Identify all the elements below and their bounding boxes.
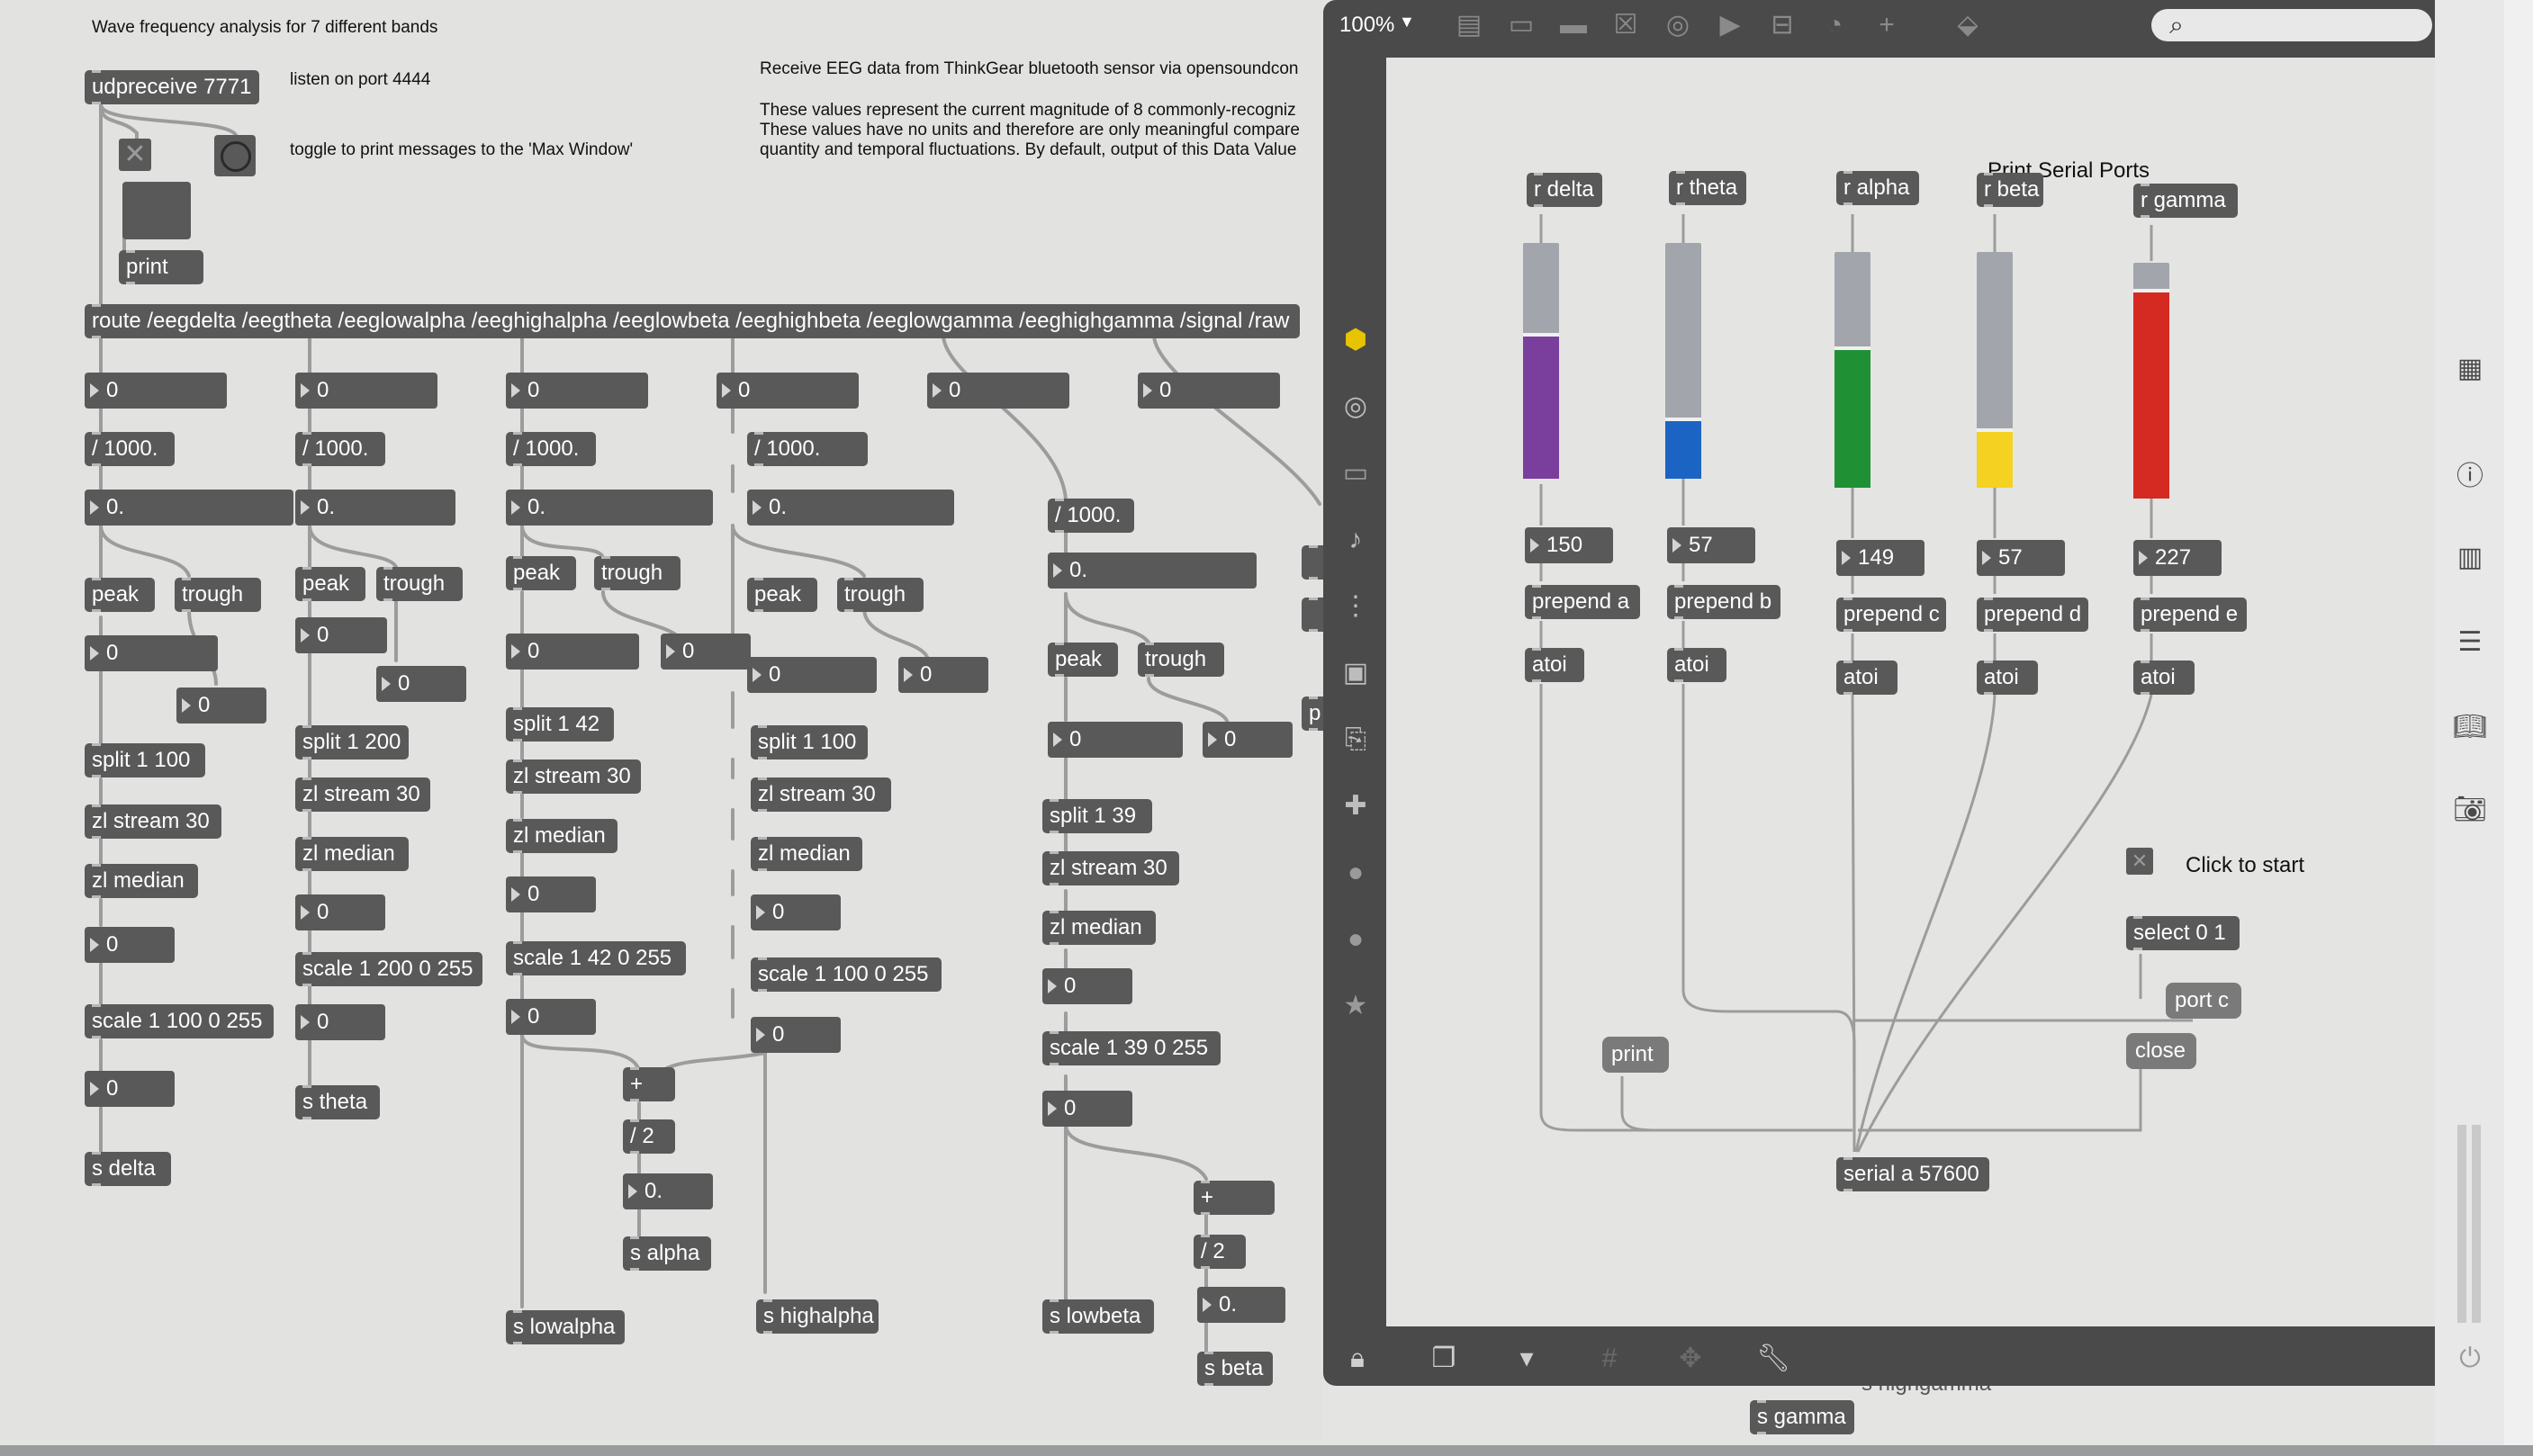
close-message[interactable]: close: [2126, 1033, 2196, 1069]
slider-fill: [1977, 428, 2013, 488]
atoi-c[interactable]: atoi: [1836, 661, 1897, 695]
receive-delta[interactable]: r delta: [1527, 173, 1602, 207]
gamma-value-number[interactable]: 227: [2133, 540, 2222, 576]
wrench-icon[interactable]: 🔧︎: [1755, 1341, 1791, 1377]
windows-icon[interactable]: ❐: [1426, 1341, 1462, 1377]
prepend-e[interactable]: prepend e: [2133, 598, 2247, 632]
theta-value-number[interactable]: 57: [1667, 527, 1755, 563]
lock-icon[interactable]: 🔒︎: [1339, 1341, 1375, 1377]
atoi-a[interactable]: atoi: [1525, 648, 1584, 682]
atoi-d[interactable]: atoi: [1977, 661, 2038, 695]
prepend-b[interactable]: prepend b: [1667, 585, 1780, 619]
beta-slider[interactable]: [1977, 252, 2013, 488]
slider-knob: [1834, 346, 1870, 350]
slider-fill: [1834, 346, 1870, 488]
grid-icon[interactable]: #: [1591, 1341, 1627, 1377]
snap-icon[interactable]: ✥: [1672, 1341, 1708, 1377]
subpatch-cords: [1539, 214, 2193, 1153]
port-c-message[interactable]: port c: [2166, 983, 2241, 1019]
toggle-x-icon: ✕: [2131, 849, 2149, 872]
gamma-slider[interactable]: [2133, 263, 2169, 499]
delta-slider[interactable]: [1523, 243, 1559, 479]
audio-meter-right: [2472, 1125, 2481, 1323]
slider-knob: [1977, 428, 2013, 432]
book-icon[interactable]: ▥: [2452, 540, 2488, 576]
print-message[interactable]: print: [1602, 1037, 1669, 1073]
slider-fill: [1523, 333, 1559, 479]
serial-object[interactable]: serial a 57600: [1836, 1157, 1989, 1191]
theta-slider[interactable]: [1665, 243, 1701, 479]
slider-fill: [2133, 289, 2169, 499]
receive-alpha[interactable]: r alpha: [1836, 171, 1919, 205]
right-sidebar-edge: [2504, 0, 2533, 1445]
slider-knob: [1665, 418, 1701, 421]
slider-knob: [2133, 289, 2169, 292]
bottom-strip: [0, 1445, 2533, 1456]
list-icon[interactable]: ☰: [2452, 625, 2488, 661]
receive-theta[interactable]: r theta: [1669, 171, 1746, 205]
alpha-value-number[interactable]: 149: [1836, 540, 1925, 576]
prepend-a[interactable]: prepend a: [1525, 585, 1640, 619]
slider-fill: [1665, 418, 1701, 479]
receive-gamma[interactable]: r gamma: [2133, 184, 2238, 218]
prepend-c[interactable]: prepend c: [1836, 598, 1946, 632]
prepend-d[interactable]: prepend d: [1977, 598, 2088, 632]
audio-meter-left: [2457, 1125, 2466, 1323]
reference-icon[interactable]: 📖︎: [2452, 709, 2488, 745]
info-icon[interactable]: ⓘ: [2452, 459, 2488, 495]
camera-icon[interactable]: 📷︎: [2452, 792, 2488, 828]
grid-view-icon[interactable]: ▦: [2452, 351, 2488, 387]
presentation-mode-icon[interactable]: ▾: [1509, 1341, 1545, 1377]
atoi-e[interactable]: atoi: [2133, 661, 2195, 695]
click-to-start-comment: Click to start: [2186, 853, 2305, 877]
alpha-slider[interactable]: [1834, 252, 1870, 488]
delta-value-number[interactable]: 150: [1525, 527, 1613, 563]
start-toggle[interactable]: ✕: [2126, 848, 2153, 875]
slider-knob: [1523, 333, 1559, 337]
power-icon[interactable]: ⏻: [2452, 1341, 2488, 1377]
select-object[interactable]: select 0 1: [2126, 916, 2240, 950]
beta-value-number[interactable]: 57: [1977, 540, 2065, 576]
atoi-b[interactable]: atoi: [1667, 648, 1726, 682]
receive-beta[interactable]: r beta: [1977, 173, 2043, 207]
